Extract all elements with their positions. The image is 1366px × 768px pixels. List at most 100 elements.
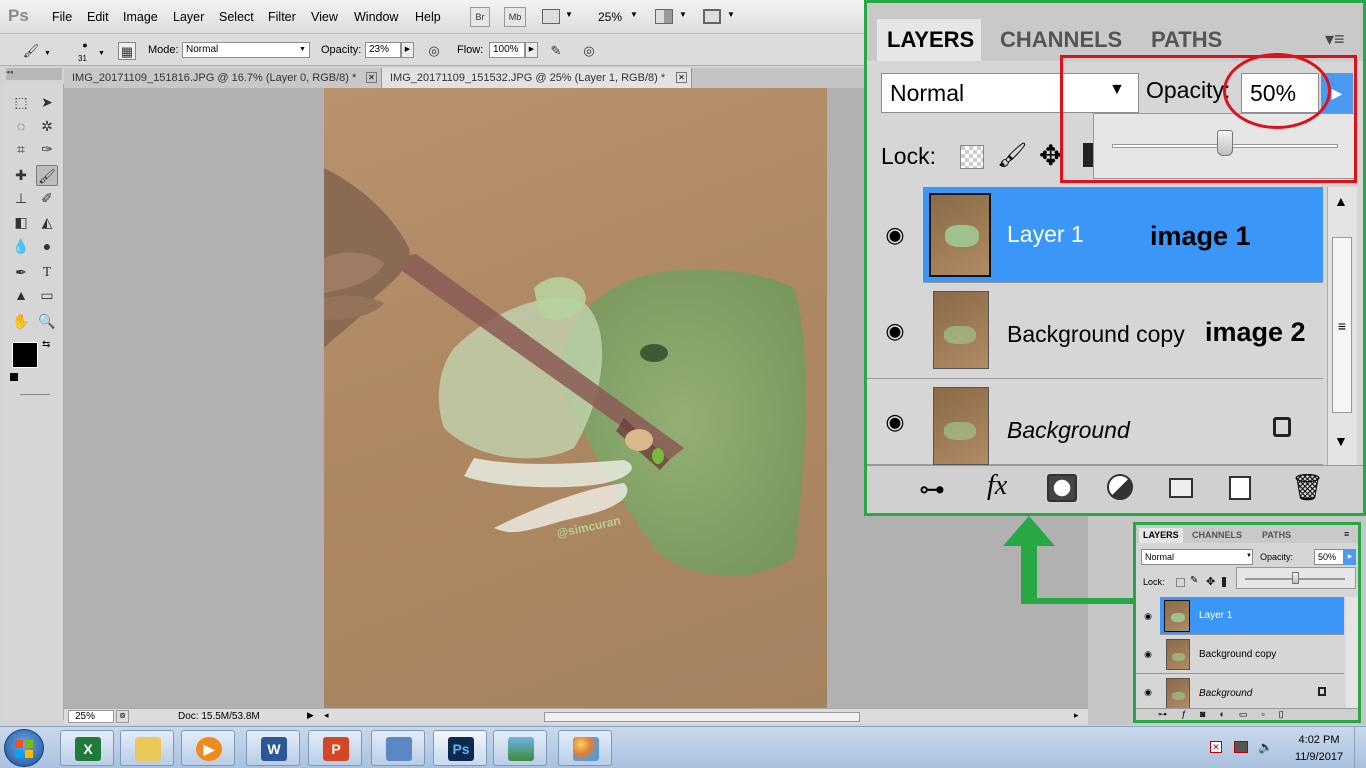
- eye-icon[interactable]: ◉: [867, 283, 923, 379]
- lock-position-icon[interactable]: ✥: [1206, 575, 1215, 588]
- menu-window[interactable]: Window: [354, 10, 398, 24]
- zoom-tool-icon[interactable]: 🔍: [36, 311, 58, 332]
- tab-layers[interactable]: LAYERS: [877, 19, 981, 61]
- close-icon[interactable]: ✕: [676, 72, 687, 83]
- layer-name[interactable]: Background: [1199, 688, 1252, 699]
- eyedropper-icon[interactable]: ✑: [36, 139, 58, 160]
- panel-menu-icon[interactable]: ≡: [1344, 529, 1349, 539]
- rectangle-tool-icon[interactable]: ▭: [36, 285, 58, 306]
- dodge-tool-icon[interactable]: ●: [36, 236, 58, 257]
- crop-tool-icon[interactable]: ⌗: [10, 139, 32, 160]
- tab-layers[interactable]: LAYERS: [1139, 528, 1183, 543]
- menu-help[interactable]: Help: [415, 10, 441, 24]
- new-layer-icon[interactable]: [1229, 476, 1251, 500]
- marquee-tool-icon[interactable]: ⬚: [10, 92, 32, 113]
- trash-icon[interactable]: 🗑: [1291, 472, 1324, 503]
- brush-panel-icon[interactable]: ▦: [118, 42, 136, 60]
- swap-colors-icon[interactable]: ⇆: [42, 339, 50, 350]
- lasso-tool-icon[interactable]: ◌: [10, 116, 32, 137]
- layer-row-background-copy[interactable]: ◉ Background copy: [1136, 635, 1344, 674]
- close-icon[interactable]: ✕: [366, 72, 377, 83]
- pressure-opacity-icon[interactable]: ◎: [425, 42, 443, 60]
- zoom-level-menu[interactable]: 25%: [598, 10, 622, 24]
- mode-select[interactable]: Normal: [182, 42, 310, 58]
- taskbar-photoshop[interactable]: Ps: [433, 730, 487, 766]
- new-layer-icon[interactable]: ▫: [1261, 709, 1278, 719]
- tab-channels[interactable]: CHANNELS: [1192, 528, 1242, 543]
- layer-row-layer-1[interactable]: ◉ Layer 1: [1136, 597, 1344, 635]
- eye-icon[interactable]: ◉: [867, 379, 923, 465]
- history-brush-icon[interactable]: ✐: [36, 188, 58, 209]
- tab-paths[interactable]: PATHS: [1262, 528, 1291, 543]
- horizontal-scrollbar[interactable]: [544, 712, 860, 722]
- lock-paint-icon[interactable]: ✎: [1190, 575, 1198, 586]
- link-layers-icon[interactable]: ⊶: [919, 474, 945, 505]
- menu-layer[interactable]: Layer: [173, 10, 204, 24]
- foreground-color-swatch[interactable]: [12, 342, 38, 368]
- lock-all-icon[interactable]: [1222, 577, 1226, 587]
- taskbar-word[interactable]: W: [246, 730, 300, 766]
- lock-transparent-icon[interactable]: [1176, 578, 1185, 587]
- show-desktop-button[interactable]: [1354, 727, 1366, 768]
- taskbar-powerpoint[interactable]: P: [308, 730, 362, 766]
- action-center-icon[interactable]: ✕: [1210, 741, 1222, 753]
- arrange-documents-icon[interactable]: [655, 9, 673, 24]
- new-group-icon[interactable]: ▭: [1239, 709, 1262, 719]
- lock-position-icon[interactable]: ✥: [1039, 139, 1062, 172]
- taskbar-explorer[interactable]: [120, 730, 174, 766]
- tab-document-2[interactable]: IMG_20171109_151532.JPG @ 25% (Layer 1, …: [382, 68, 692, 88]
- pressure-size-icon[interactable]: ◎: [580, 42, 598, 60]
- lock-paint-icon[interactable]: 🖌: [997, 141, 1027, 170]
- layer-row-layer-1[interactable]: ◉ Layer 1: [867, 187, 1323, 283]
- hand-tool-icon[interactable]: ✋: [10, 311, 32, 332]
- layer-mask-icon[interactable]: ◙: [1200, 709, 1219, 719]
- stamp-tool-icon[interactable]: ⊥: [10, 188, 32, 209]
- type-tool-icon[interactable]: T: [36, 262, 58, 283]
- brush-tool-icon[interactable]: 🖌: [36, 165, 58, 186]
- taskbar-paint[interactable]: [558, 730, 612, 766]
- adjustment-layer-icon[interactable]: [1107, 474, 1133, 500]
- opacity-slider-button[interactable]: ▶: [401, 42, 414, 58]
- clock-date[interactable]: 11/9/2017: [1290, 751, 1348, 763]
- eraser-tool-icon[interactable]: ◧: [10, 212, 32, 233]
- scroll-down-arrow[interactable]: ▼: [1334, 433, 1348, 449]
- panel-menu-icon[interactable]: ▾≡: [1325, 29, 1345, 50]
- view-extras-icon[interactable]: [542, 9, 560, 24]
- lock-transparent-icon[interactable]: [960, 145, 984, 169]
- layer-name[interactable]: Layer 1: [1199, 610, 1232, 621]
- layer-name[interactable]: Layer 1: [1007, 221, 1084, 248]
- adjustment-layer-icon[interactable]: ◐: [1219, 709, 1238, 719]
- menu-filter[interactable]: Filter: [268, 10, 296, 24]
- move-tool-icon[interactable]: ➤: [36, 92, 58, 113]
- opacity-field[interactable]: 23%: [365, 42, 401, 58]
- tab-document-1[interactable]: IMG_20171109_151816.JPG @ 16.7% (Layer 0…: [64, 68, 382, 88]
- taskbar-media-player[interactable]: ▶: [181, 730, 235, 766]
- chevron-down-icon[interactable]: ▼: [98, 50, 105, 57]
- flow-slider-button[interactable]: ▶: [525, 42, 538, 58]
- layer-name[interactable]: Background: [1007, 417, 1130, 444]
- scroll-right-arrow[interactable]: ▸: [1074, 710, 1079, 721]
- layer-row-background[interactable]: ◉ Background: [1136, 674, 1344, 711]
- eye-icon[interactable]: ◉: [1136, 635, 1160, 674]
- eye-icon[interactable]: ◉: [1136, 597, 1160, 635]
- taskbar-remote-desktop[interactable]: [371, 730, 425, 766]
- link-layers-icon[interactable]: ⊶: [1158, 709, 1181, 719]
- layer-name[interactable]: Background copy: [1007, 321, 1185, 348]
- paint-bucket-icon[interactable]: ◭: [36, 212, 58, 233]
- bridge-button[interactable]: Br: [470, 7, 490, 27]
- layer-name[interactable]: Background copy: [1199, 649, 1276, 660]
- opacity-slider-button[interactable]: ▶: [1344, 549, 1356, 565]
- layers-scrollbar[interactable]: ▲ ≡ ▼: [1327, 187, 1357, 465]
- collapse-toolbar-icon[interactable]: ◂◂: [6, 68, 62, 80]
- brush-tool-icon[interactable]: 🖌: [22, 42, 40, 60]
- menu-edit[interactable]: Edit: [87, 10, 109, 24]
- default-colors-icon[interactable]: [10, 373, 18, 381]
- menu-select[interactable]: Select: [219, 10, 254, 24]
- status-menu-arrow[interactable]: ▶: [307, 710, 314, 721]
- taskbar-excel[interactable]: X: [60, 730, 114, 766]
- scroll-left-arrow[interactable]: ◂: [324, 710, 329, 721]
- scroll-up-arrow[interactable]: ▲: [1334, 193, 1348, 209]
- menu-file[interactable]: File: [52, 10, 72, 24]
- healing-brush-icon[interactable]: ✚: [10, 165, 32, 186]
- fx-icon[interactable]: ƒ: [1181, 709, 1200, 719]
